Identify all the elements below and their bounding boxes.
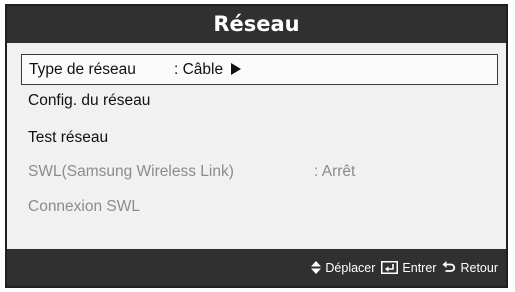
enter-key-icon <box>381 261 399 274</box>
menu-item-label: SWL(Samsung Wireless Link) <box>28 163 234 180</box>
menu-item-network-config[interactable]: Config. du réseau <box>21 86 498 117</box>
navigation-hints: Déplacer Entrer Retour <box>311 249 498 286</box>
menu-item-network-test[interactable]: Test réseau <box>21 123 498 154</box>
menu-item-network-type[interactable]: Type de réseau : Câble <box>21 54 498 85</box>
menu-item-label: Test réseau <box>28 129 109 146</box>
move-hint-label: Déplacer <box>325 260 376 275</box>
submenu-arrow-icon <box>231 63 242 75</box>
menu-item-label: Connexion SWL <box>28 198 141 215</box>
enter-hint-label: Entrer <box>402 260 437 275</box>
network-dialog: Réseau Type de réseau : Câble Config. du… <box>5 4 508 288</box>
move-hint: Déplacer <box>311 261 375 275</box>
enter-hint: Entrer <box>381 261 436 275</box>
return-hint-label: Retour <box>460 260 498 275</box>
menu-item-value: : Arrêt <box>314 163 356 180</box>
footer-bar: Déplacer Entrer Retour <box>7 249 506 286</box>
menu-item-swl: SWL(Samsung Wireless Link) : Arrêt <box>21 157 498 188</box>
dialog-title: Réseau <box>7 6 506 43</box>
menu-item-swl-connection: Connexion SWL <box>21 192 498 223</box>
menu-item-label: Type de réseau <box>29 61 136 78</box>
return-hint: Retour <box>442 261 498 275</box>
up-down-arrows-icon <box>311 261 322 274</box>
menu-item-value: : Câble <box>174 55 242 84</box>
return-arrow-icon <box>442 261 456 272</box>
menu-item-label: Config. du réseau <box>28 92 151 109</box>
